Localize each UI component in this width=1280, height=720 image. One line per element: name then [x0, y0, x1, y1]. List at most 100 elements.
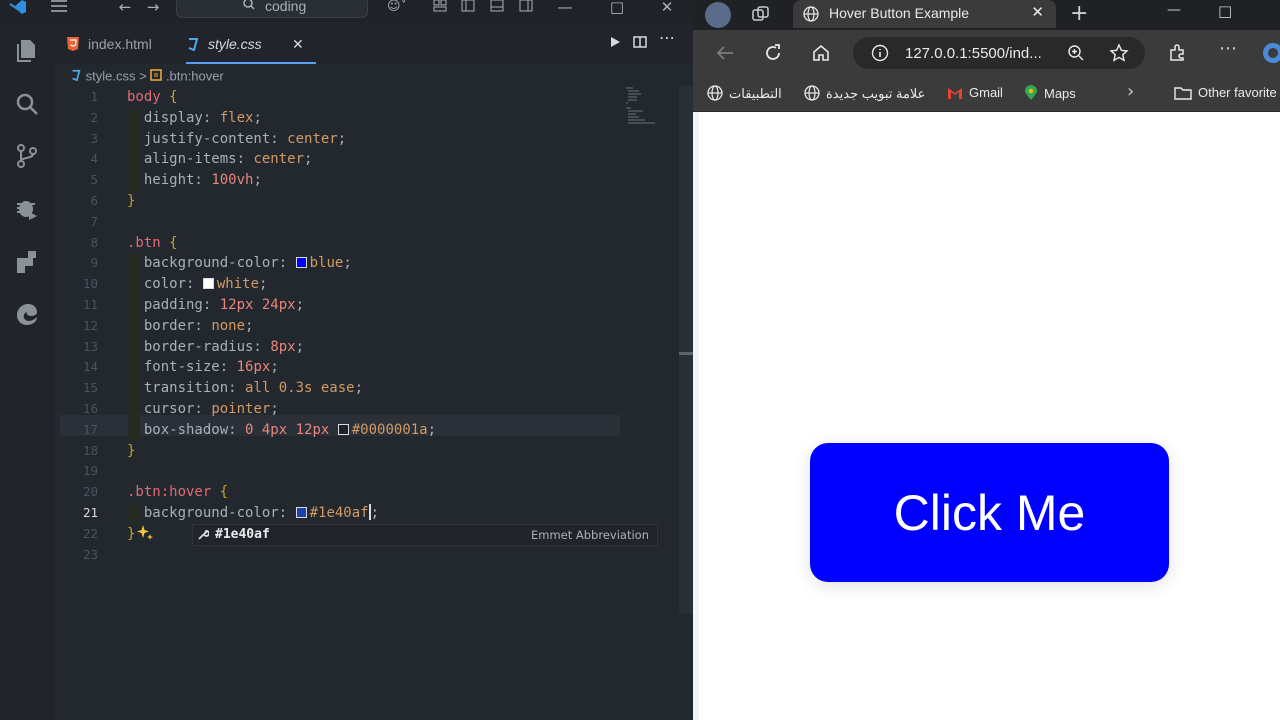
- maximize-icon[interactable]: □: [608, 0, 626, 20]
- browser-window: Hover Button Example ✕ + — □ 127.0.0.1:5…: [693, 0, 1280, 720]
- favorite-label: Maps: [1044, 86, 1076, 101]
- favorite-label: Gmail: [969, 85, 1003, 100]
- line-number: 10: [82, 276, 98, 292]
- css-value: 0 4px 12px: [245, 421, 330, 438]
- color-swatch-blue[interactable]: [295, 257, 307, 269]
- semicolon: ;: [253, 172, 262, 189]
- back-arrow-icon[interactable]: [715, 44, 735, 62]
- back-arrow-icon[interactable]: ←: [116, 0, 134, 20]
- semicolon: ;: [270, 359, 279, 376]
- copilot-icon[interactable]: [1261, 41, 1280, 65]
- css-value: none: [211, 317, 246, 334]
- favorites-bar: التطبيقات علامة تبويب جديدة Gmail Maps ›…: [693, 76, 1280, 112]
- color-swatch-hover[interactable]: [295, 507, 307, 518]
- css-value: center: [287, 130, 338, 147]
- tab-index-html[interactable]: index.html: [66, 30, 186, 64]
- favorite-star-icon[interactable]: [1109, 43, 1129, 63]
- command-center-search[interactable]: coding: [176, 0, 368, 18]
- semicolon: ;: [295, 297, 305, 313]
- sparkle-icon[interactable]: [136, 524, 154, 542]
- css-property: height:: [143, 172, 203, 189]
- toggle-sidebar-icon[interactable]: [460, 0, 476, 20]
- code-line: height: 100vh;: [127, 170, 262, 191]
- css-property: display:: [143, 109, 212, 126]
- globe-icon: [707, 85, 723, 101]
- favorite-item[interactable]: Maps: [1024, 85, 1076, 101]
- new-tab-icon[interactable]: +: [1070, 1, 1088, 26]
- color-swatch-shadow[interactable]: [337, 423, 349, 435]
- suggestion-widget[interactable]: #1e40af Emmet Abbreviation: [192, 524, 658, 546]
- brace: }: [127, 442, 136, 459]
- browser-tabstrip: Hover Button Example ✕ + — □: [693, 0, 1280, 30]
- layout-customize-icon[interactable]: [432, 0, 448, 20]
- favorite-item[interactable]: علامة تبويب جديدة: [804, 85, 925, 102]
- semicolon: ;: [354, 380, 364, 397]
- site-info-icon[interactable]: [871, 44, 889, 62]
- css-value: all 0.3s ease: [245, 380, 355, 397]
- refresh-icon[interactable]: [763, 43, 783, 63]
- explorer-icon[interactable]: [13, 36, 41, 64]
- profile-avatar[interactable]: [705, 2, 731, 28]
- edge-devtools-icon[interactable]: [13, 300, 41, 328]
- color-swatch-white[interactable]: [202, 278, 214, 290]
- minimize-icon[interactable]: —: [556, 0, 574, 20]
- click-me-button[interactable]: Click Me: [810, 443, 1169, 582]
- forward-arrow-icon[interactable]: →: [144, 0, 162, 20]
- run-debug-icon[interactable]: [13, 194, 41, 222]
- globe-icon: [804, 85, 820, 101]
- toggle-panel-icon[interactable]: [489, 0, 505, 20]
- close-window-icon[interactable]: ✕: [658, 0, 676, 20]
- extensions-icon[interactable]: [13, 248, 41, 276]
- favorite-item[interactable]: Other favorite: [1174, 85, 1277, 100]
- home-icon[interactable]: [811, 43, 831, 63]
- css-value: 100vh: [211, 172, 254, 189]
- search-icon[interactable]: [13, 90, 41, 118]
- code-line: }: [127, 441, 135, 462]
- suggestion-label: #1e40af: [215, 527, 270, 542]
- extensions-icon[interactable]: [1167, 43, 1187, 63]
- menu-icon[interactable]: [50, 0, 68, 20]
- code-line: .btn:hover {: [127, 482, 228, 503]
- minimize-icon[interactable]: —: [1167, 2, 1181, 18]
- css-property: border-radius:: [143, 338, 262, 355]
- code-line: transition: all 0.3s ease;: [127, 378, 363, 399]
- favorite-item[interactable]: Gmail: [947, 85, 1003, 100]
- source-control-icon[interactable]: [13, 142, 41, 170]
- copilot-icon[interactable]: ☺˅: [382, 0, 412, 20]
- run-icon[interactable]: [609, 36, 621, 48]
- line-number: 15: [82, 380, 98, 396]
- more-actions-icon[interactable]: ⋯: [659, 28, 675, 47]
- gmail-icon: [948, 88, 962, 99]
- more-options-icon[interactable]: ⋯: [1219, 38, 1237, 59]
- scrollbar-cursor-marker: [679, 352, 693, 355]
- code-line: .btn {: [127, 233, 178, 254]
- css-value: pointer: [211, 401, 271, 417]
- line-number-active: 21: [82, 505, 98, 520]
- chevron-right-icon[interactable]: ›: [1127, 81, 1134, 102]
- address-bar[interactable]: 127.0.0.1:5500/ind...: [853, 37, 1145, 69]
- tab-label: index.html: [88, 36, 152, 52]
- split-editor-icon[interactable]: [633, 36, 647, 48]
- tab-style-css[interactable]: style.css ✕: [186, 30, 316, 64]
- brace: {: [169, 89, 178, 105]
- breadcrumb-file[interactable]: style.css: [86, 69, 136, 84]
- line-number: 19: [82, 463, 98, 479]
- line-number: 23: [82, 546, 98, 562]
- code-line: font-size: 16px;: [127, 357, 279, 378]
- workspaces-icon[interactable]: [751, 5, 771, 23]
- line-number: 5: [90, 172, 98, 188]
- editor-scrollbar[interactable]: [679, 86, 693, 614]
- minimap[interactable]: [625, 86, 659, 126]
- zoom-icon[interactable]: [1067, 44, 1085, 62]
- favorite-item[interactable]: التطبيقات: [707, 85, 782, 102]
- line-number: 22: [82, 525, 98, 541]
- code-line: align-items: center;: [127, 149, 313, 170]
- maximize-icon[interactable]: □: [1218, 2, 1232, 20]
- breadcrumb-symbol[interactable]: .btn:hover: [166, 69, 224, 84]
- close-tab-icon[interactable]: ✕: [1031, 3, 1044, 21]
- toggle-secondary-sidebar-icon[interactable]: [518, 0, 534, 20]
- close-tab-icon[interactable]: ✕: [292, 30, 304, 58]
- browser-tab-active[interactable]: Hover Button Example ✕: [793, 0, 1056, 28]
- vscode-logo-icon: [8, 0, 28, 20]
- line-number: 3: [90, 130, 98, 146]
